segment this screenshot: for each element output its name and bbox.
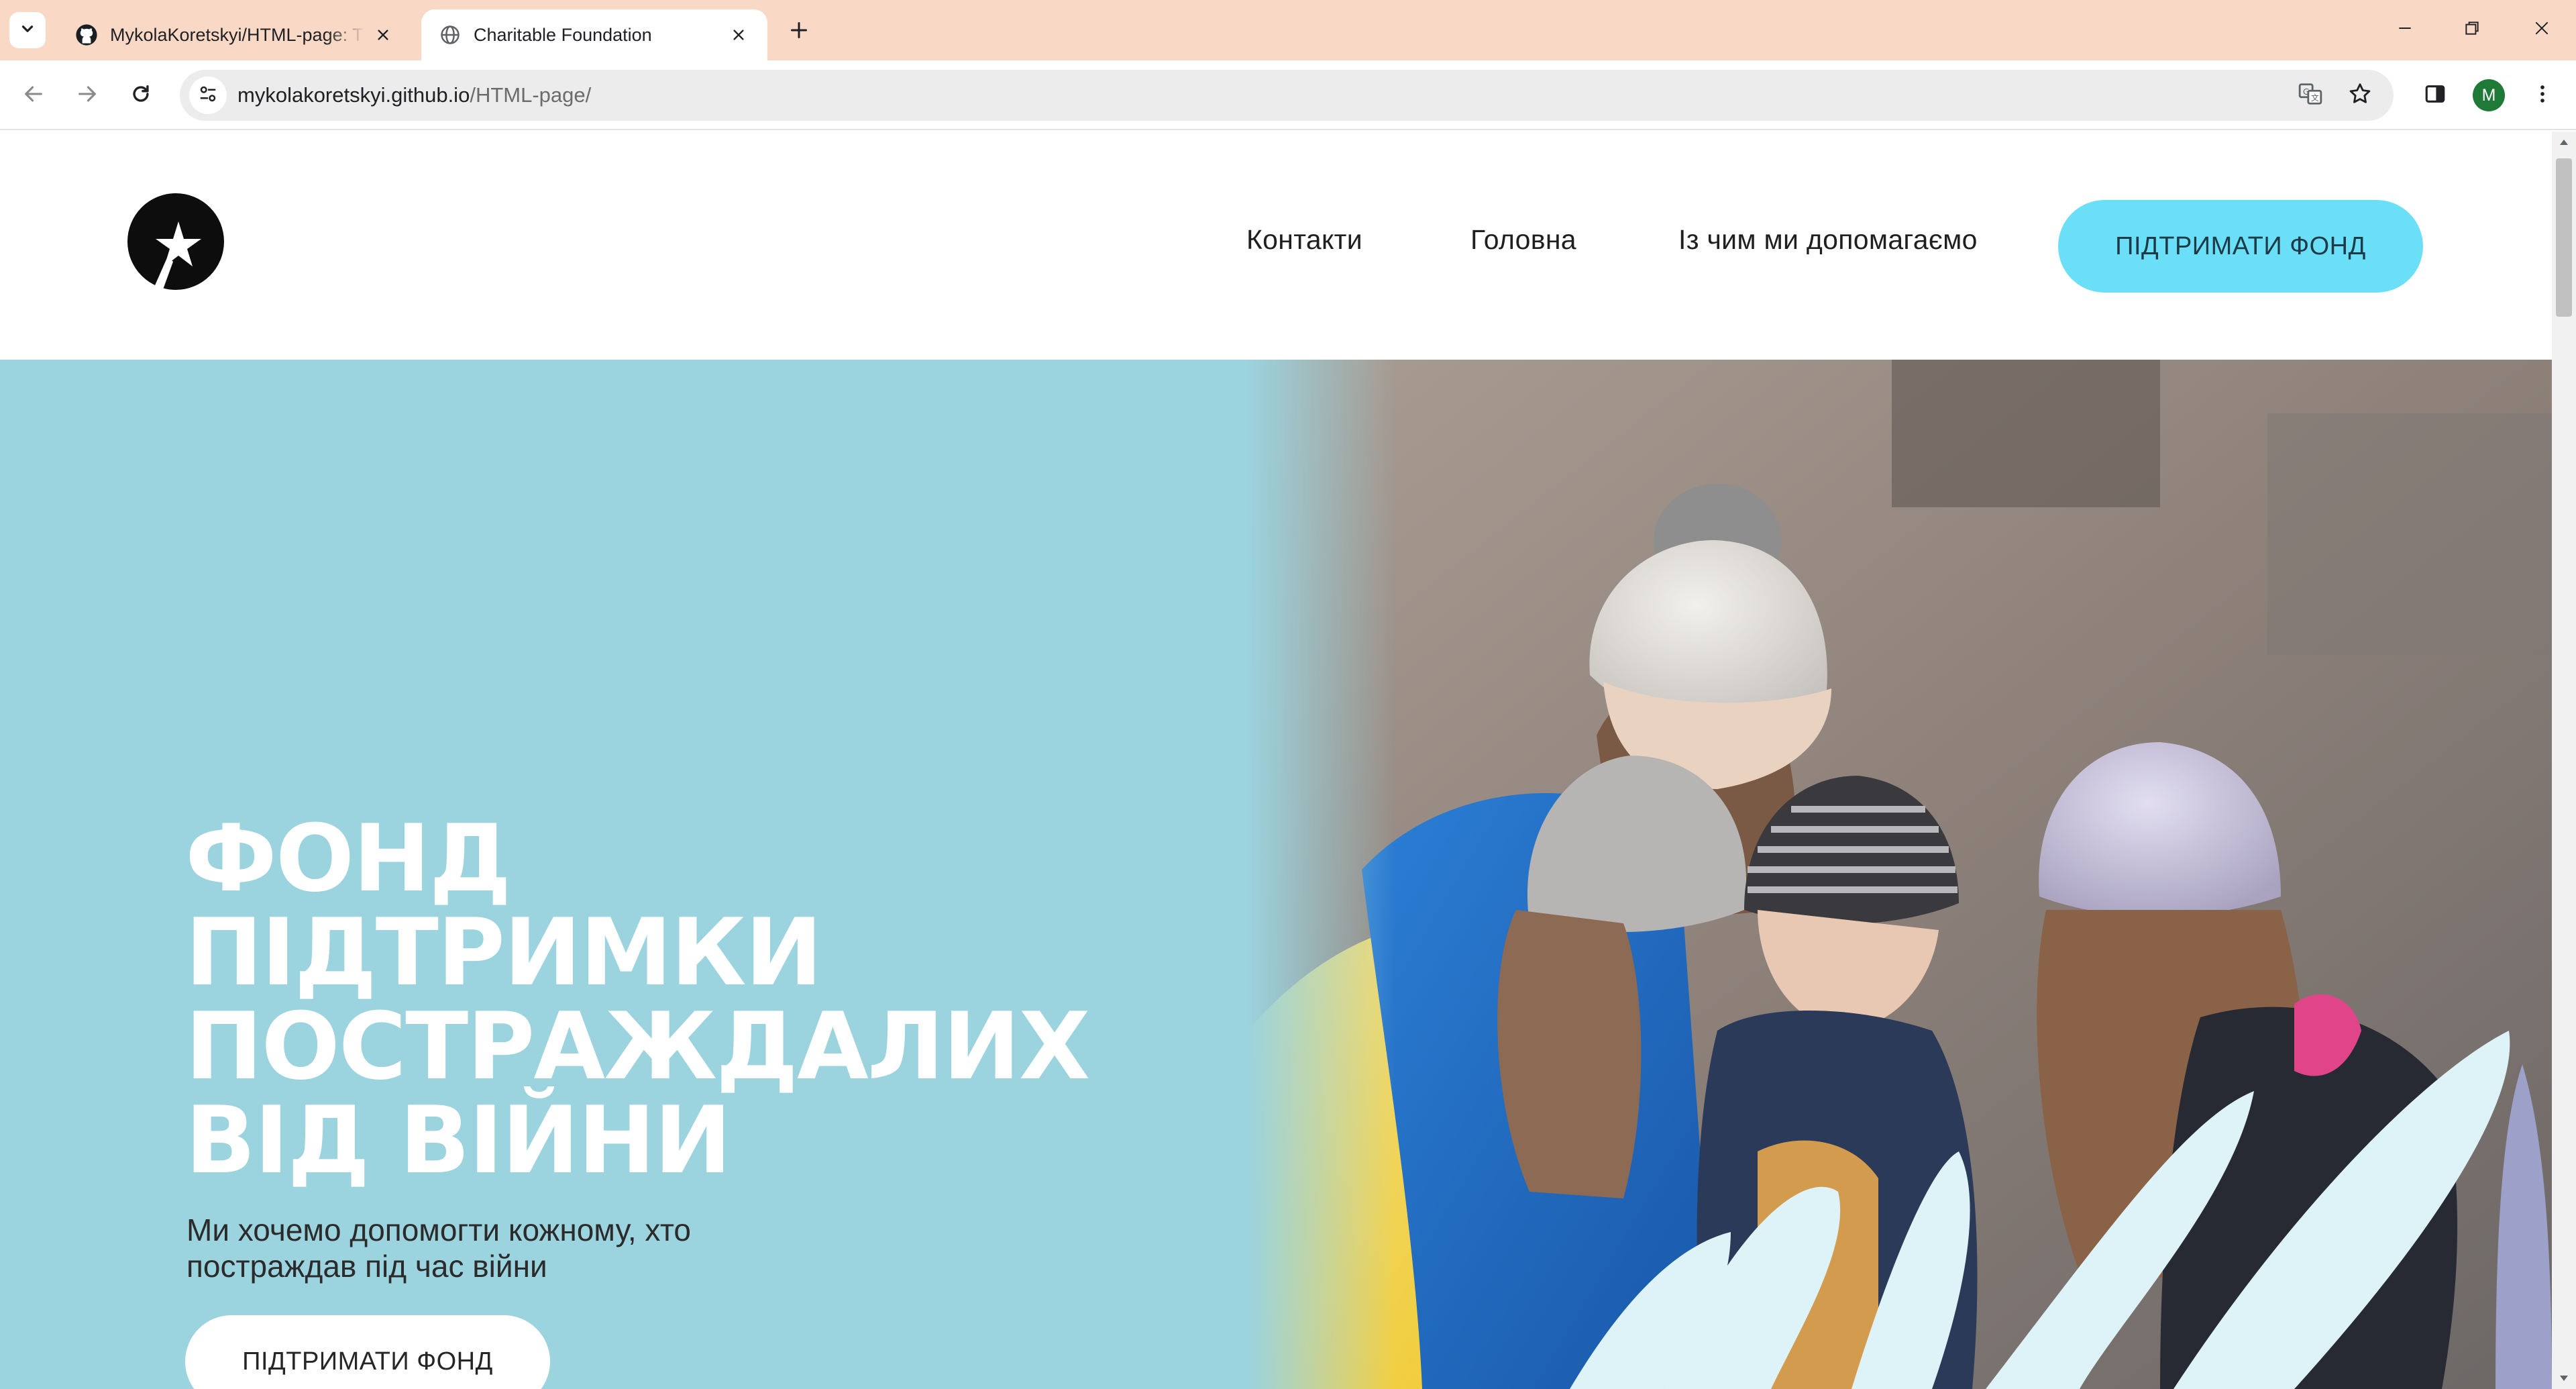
translate-button[interactable]: G文 — [2294, 79, 2326, 111]
restore-icon — [2463, 19, 2481, 40]
page-viewport: Контакти Головна Із чим ми допомагаємо П… — [0, 132, 2552, 1389]
hero-title-line: ПОСТРАЖДАЛИХ — [185, 992, 1090, 1100]
page-scrollbar[interactable] — [2552, 132, 2576, 1389]
url-path: /HTML-page/ — [470, 83, 592, 107]
tab-title: Charitable Foundation — [474, 24, 652, 45]
close-icon — [2533, 19, 2551, 40]
minimize-button[interactable] — [2375, 9, 2435, 50]
hero-section: ФОНД ПІДТРИМКИ ПОСТРАЖДАЛИХ ВІД ВІЙНИ Ми… — [0, 360, 2552, 1389]
site-info-button[interactable] — [189, 76, 227, 114]
hero-title-line: ПІДТРИМКИ — [185, 898, 822, 1007]
tab-charitable-foundation[interactable]: Charitable Foundation — [421, 9, 767, 60]
browser-menu-button[interactable] — [2524, 76, 2561, 114]
url-host: mykolakoretskyi.github.io — [237, 83, 470, 107]
star-logo-icon — [127, 193, 224, 291]
star-outline-icon — [2347, 81, 2373, 110]
photo-fade-overlay — [1248, 360, 1395, 1389]
plus-icon — [790, 21, 808, 43]
url-text: mykolakoretskyi.github.io/HTML-page/ — [237, 70, 591, 121]
nav-home-link[interactable]: Головна — [1470, 224, 1576, 256]
hero-photo — [1248, 360, 2552, 1389]
minimize-icon — [2396, 19, 2414, 40]
hero-subtitle-line: постраждав під час війни — [186, 1249, 547, 1284]
github-icon — [75, 23, 98, 46]
profile-avatar[interactable]: M — [2473, 79, 2505, 111]
scroll-up-icon[interactable] — [2559, 137, 2569, 148]
tune-icon — [198, 84, 218, 107]
reload-icon — [129, 83, 152, 109]
restore-button[interactable] — [2442, 9, 2502, 50]
globe-icon — [439, 23, 462, 46]
support-fund-header-button[interactable]: ПІДТРИМАТИ ФОНД — [2058, 200, 2423, 293]
hero-title-line: ФОНД — [185, 805, 512, 913]
browser-toolbar: mykolakoretskyi.github.io/HTML-page/ G文 … — [0, 60, 2576, 130]
arrow-right-icon — [76, 83, 99, 109]
side-panel-icon — [2424, 83, 2447, 109]
new-tab-button[interactable] — [782, 15, 816, 48]
hero-subtitle: Ми хочемо допомогти кожному, хто постраж… — [186, 1212, 857, 1284]
forward-button[interactable] — [68, 76, 106, 114]
tab-github[interactable]: MykolaKoretskyi/HTML-page: T — [58, 9, 412, 60]
bookmark-button[interactable] — [2344, 79, 2376, 111]
close-icon[interactable] — [727, 23, 750, 46]
translate-icon: G文 — [2298, 81, 2323, 110]
browser-tabstrip: MykolaKoretskyi/HTML-page: T Charitable … — [0, 0, 2576, 60]
site-header: Контакти Головна Із чим ми допомагаємо П… — [0, 132, 2552, 360]
foundation-logo[interactable] — [126, 192, 225, 291]
hero-subtitle-line: Ми хочемо допомогти кожному, хто — [186, 1213, 692, 1247]
hero-title-line: ВІД ВІЙНИ — [185, 1086, 732, 1194]
scroll-down-icon[interactable] — [2559, 1373, 2569, 1384]
hero-title: ФОНД ПІДТРИМКИ ПОСТРАЖДАЛИХ ВІД ВІЙНИ — [185, 812, 1232, 1188]
support-fund-hero-button[interactable]: ПІДТРИМАТИ ФОНД — [185, 1315, 550, 1389]
chevron-down-icon — [19, 20, 36, 41]
back-button[interactable] — [15, 76, 52, 114]
address-bar[interactable]: mykolakoretskyi.github.io/HTML-page/ G文 — [180, 70, 2394, 121]
close-window-button[interactable] — [2512, 9, 2572, 50]
tab-search-button[interactable] — [9, 12, 46, 48]
close-icon[interactable] — [372, 23, 394, 46]
nav-contacts-link[interactable]: Контакти — [1246, 224, 1362, 256]
more-vert-icon — [2531, 83, 2554, 109]
side-panel-button[interactable] — [2416, 76, 2454, 114]
svg-text:文: 文 — [2311, 93, 2319, 103]
nav-what-we-help-link[interactable]: Із чим ми допомагаємо — [1678, 224, 1978, 256]
arrow-left-icon — [22, 83, 45, 109]
scrollbar-thumb[interactable] — [2556, 158, 2572, 317]
reload-button[interactable] — [122, 76, 160, 114]
tab-title: MykolaKoretskyi/HTML-page: T — [110, 24, 364, 45]
